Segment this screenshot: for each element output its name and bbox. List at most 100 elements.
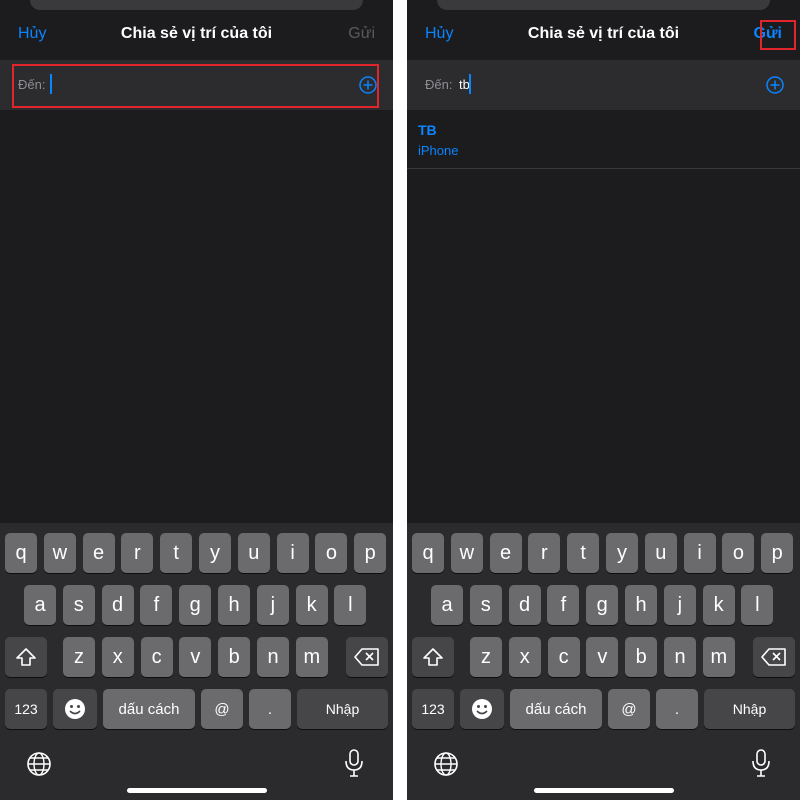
- contact-suggestion[interactable]: TB iPhone: [407, 114, 800, 169]
- key-m[interactable]: m: [702, 637, 735, 677]
- recipient-label: Đến:: [425, 77, 453, 92]
- key-c[interactable]: c: [547, 637, 580, 677]
- sheet-header: Hủy Chia sẻ vị trí của tôi Gửi: [407, 12, 800, 60]
- key-b[interactable]: b: [625, 637, 658, 677]
- sheet-header: Hủy Chia sẻ vị trí của tôi Gửi: [0, 12, 393, 60]
- text-caret: [469, 74, 471, 94]
- keyboard: q w e r t y u i o p a s d f g h j k l z x c v b n m 123 dấu cách @. N…: [407, 523, 800, 800]
- shift-key[interactable]: [5, 637, 47, 677]
- dot-key[interactable]: .: [249, 689, 291, 729]
- numbers-key[interactable]: 123: [5, 689, 47, 729]
- key-y[interactable]: y: [606, 533, 638, 573]
- key-p[interactable]: p: [761, 533, 794, 573]
- key-e[interactable]: e: [82, 533, 115, 573]
- key-e[interactable]: e: [489, 533, 522, 573]
- key-l[interactable]: l: [741, 585, 774, 625]
- send-button[interactable]: Gửi: [348, 25, 375, 43]
- key-w[interactable]: w: [43, 533, 76, 573]
- key-j[interactable]: j: [663, 585, 696, 625]
- contact-device: iPhone: [418, 143, 459, 158]
- emoji-icon: [472, 699, 492, 719]
- key-q[interactable]: q: [412, 533, 444, 573]
- keyboard: q w e r t y u i o p a s d f g h j k l z x c v b n m 123 dấu cách @. N…: [0, 523, 393, 800]
- key-k[interactable]: k: [295, 585, 328, 625]
- recipient-field[interactable]: Đến:: [0, 60, 393, 110]
- key-f[interactable]: f: [547, 585, 580, 625]
- key-b[interactable]: b: [218, 637, 251, 677]
- key-n[interactable]: n: [664, 637, 696, 677]
- share-location-screen-empty: Hủy Chia sẻ vị trí của tôi Gửi Đến: qwer…: [0, 0, 393, 800]
- key-m[interactable]: m: [295, 637, 328, 677]
- globe-icon[interactable]: [24, 749, 54, 779]
- key-r[interactable]: r: [528, 533, 561, 573]
- microphone-icon[interactable]: [340, 747, 368, 779]
- emoji-key[interactable]: [53, 689, 97, 729]
- key-a[interactable]: a: [431, 585, 463, 625]
- key-t[interactable]: t: [160, 533, 193, 573]
- key-x[interactable]: x: [101, 637, 134, 677]
- dot-key[interactable]: .: [656, 689, 698, 729]
- key-s[interactable]: s: [469, 585, 502, 625]
- highlight-frame-recipient-field: [12, 64, 379, 108]
- key-p[interactable]: p: [354, 533, 387, 573]
- delete-key[interactable]: [753, 637, 795, 677]
- key-k[interactable]: k: [702, 585, 735, 625]
- key-i[interactable]: i: [276, 533, 309, 573]
- key-f[interactable]: f: [140, 585, 173, 625]
- key-q[interactable]: q: [5, 533, 37, 573]
- key-z[interactable]: z: [63, 637, 95, 677]
- sheet-title: Chia sẻ vị trí của tôi: [120, 25, 273, 42]
- share-location-screen-filled: Hủy Chia sẻ vị trí của tôi Gửi Đến: tb T…: [407, 0, 800, 800]
- globe-icon[interactable]: [431, 749, 461, 779]
- sheet-title: Chia sẻ vị trí của tôi: [527, 25, 680, 42]
- key-d[interactable]: d: [101, 585, 134, 625]
- key-g[interactable]: g: [586, 585, 619, 625]
- backspace-icon: [761, 648, 786, 666]
- key-j[interactable]: j: [256, 585, 289, 625]
- numbers-key[interactable]: 123: [412, 689, 454, 729]
- home-indicator: [534, 788, 674, 793]
- microphone-icon[interactable]: [747, 747, 775, 779]
- key-v[interactable]: v: [179, 637, 212, 677]
- emoji-key[interactable]: [460, 689, 504, 729]
- key-d[interactable]: d: [508, 585, 541, 625]
- space-key[interactable]: dấu cách: [103, 689, 195, 729]
- space-key[interactable]: dấu cách: [510, 689, 602, 729]
- key-o[interactable]: o: [315, 533, 348, 573]
- key-v[interactable]: v: [586, 637, 619, 677]
- key-a[interactable]: a: [24, 585, 56, 625]
- key-r[interactable]: r: [121, 533, 154, 573]
- key-g[interactable]: g: [179, 585, 212, 625]
- key-h[interactable]: h: [625, 585, 657, 625]
- contact-name: TB: [418, 122, 437, 138]
- key-w[interactable]: w: [450, 533, 483, 573]
- key-u[interactable]: u: [644, 533, 677, 573]
- key-l[interactable]: l: [334, 585, 367, 625]
- key-t[interactable]: t: [567, 533, 600, 573]
- shift-key[interactable]: [412, 637, 454, 677]
- key-c[interactable]: c: [140, 637, 173, 677]
- highlight-frame-send-button: [760, 20, 796, 50]
- key-i[interactable]: i: [683, 533, 716, 573]
- recipient-field[interactable]: Đến: tb: [407, 60, 800, 110]
- delete-key[interactable]: [346, 637, 388, 677]
- key-h[interactable]: h: [218, 585, 250, 625]
- shift-arrow-icon: [16, 648, 36, 666]
- backspace-icon: [354, 648, 379, 666]
- key-z[interactable]: z: [470, 637, 502, 677]
- sheet-background-peek: [30, 0, 363, 10]
- home-indicator: [127, 788, 267, 793]
- shift-arrow-icon: [423, 648, 443, 666]
- at-key[interactable]: @: [608, 689, 650, 729]
- key-s[interactable]: s: [62, 585, 95, 625]
- return-key[interactable]: Nhập: [297, 689, 388, 729]
- key-y[interactable]: y: [199, 533, 231, 573]
- at-key[interactable]: @: [201, 689, 243, 729]
- key-n[interactable]: n: [257, 637, 289, 677]
- key-o[interactable]: o: [722, 533, 755, 573]
- return-key[interactable]: Nhập: [704, 689, 795, 729]
- plus-circle-icon[interactable]: [766, 76, 784, 94]
- key-x[interactable]: x: [508, 637, 541, 677]
- key-u[interactable]: u: [237, 533, 270, 573]
- sheet-background-peek: [437, 0, 770, 10]
